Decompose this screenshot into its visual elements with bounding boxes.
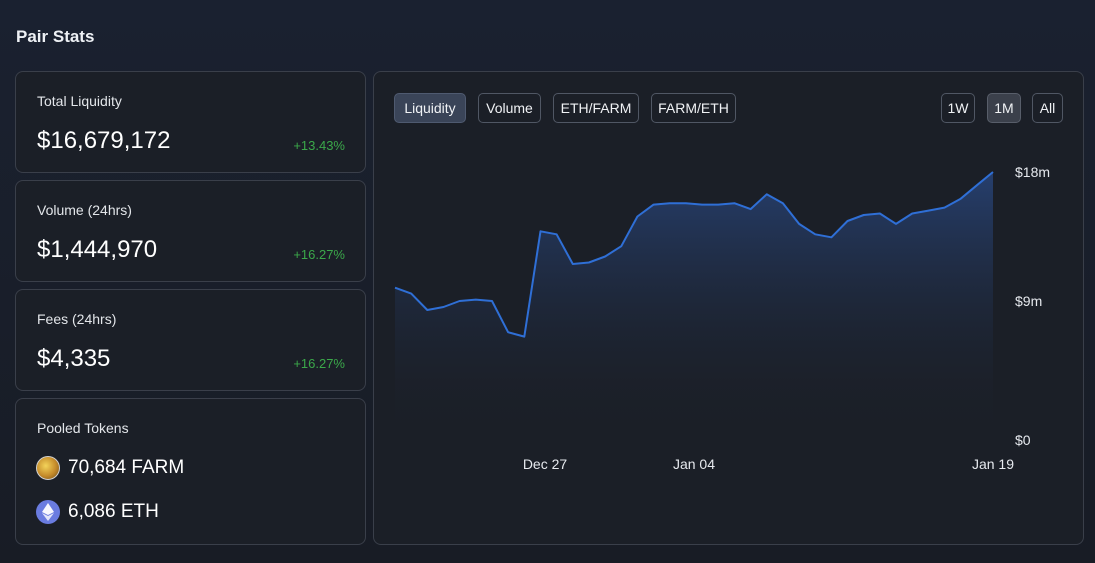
area-fill: [395, 172, 993, 439]
stat-change: +16.27%: [293, 356, 345, 371]
y-tick-label: $9m: [1015, 293, 1042, 309]
token-row-eth: 6,086 ETH: [36, 500, 159, 524]
stat-label: Volume (24hrs): [37, 202, 132, 218]
pooled-tokens-label: Pooled Tokens: [37, 420, 129, 436]
token-amount: 6,086 ETH: [68, 501, 159, 522]
total-liquidity-card: Total Liquidity $16,679,172 +13.43%: [15, 71, 366, 173]
stat-value: $4,335: [37, 345, 111, 372]
stat-value: $16,679,172: [37, 127, 171, 154]
stat-change: +13.43%: [293, 138, 345, 153]
stat-change: +16.27%: [293, 247, 345, 262]
x-tick-label: Jan 04: [673, 456, 715, 472]
eth-token-icon: [36, 500, 60, 524]
liquidity-chart: $18m $9m $0 Dec 27 Jan 04 Jan 19: [394, 164, 1050, 472]
page-title: Pair Stats: [16, 27, 95, 46]
x-tick-label: Dec 27: [523, 456, 568, 472]
stat-label: Fees (24hrs): [37, 311, 117, 327]
chart-panel: Liquidity Volume ETH/FARM FARM/ETH 1W 1M…: [373, 71, 1084, 545]
token-amount: 70,684 FARM: [68, 457, 185, 478]
pooled-tokens-card: Pooled Tokens 70,684 FARM 6,086 ETH: [15, 398, 366, 545]
x-tick-label: Jan 19: [972, 456, 1014, 472]
fees-card: Fees (24hrs) $4,335 +16.27%: [15, 289, 366, 391]
y-tick-label: $18m: [1015, 164, 1050, 180]
farm-token-icon: [36, 456, 60, 480]
stat-label: Total Liquidity: [37, 93, 122, 109]
token-row-farm: 70,684 FARM: [36, 456, 184, 480]
stat-value: $1,444,970: [37, 236, 158, 263]
y-tick-label: $0: [1015, 432, 1031, 448]
volume-card: Volume (24hrs) $1,444,970 +16.27%: [15, 180, 366, 282]
